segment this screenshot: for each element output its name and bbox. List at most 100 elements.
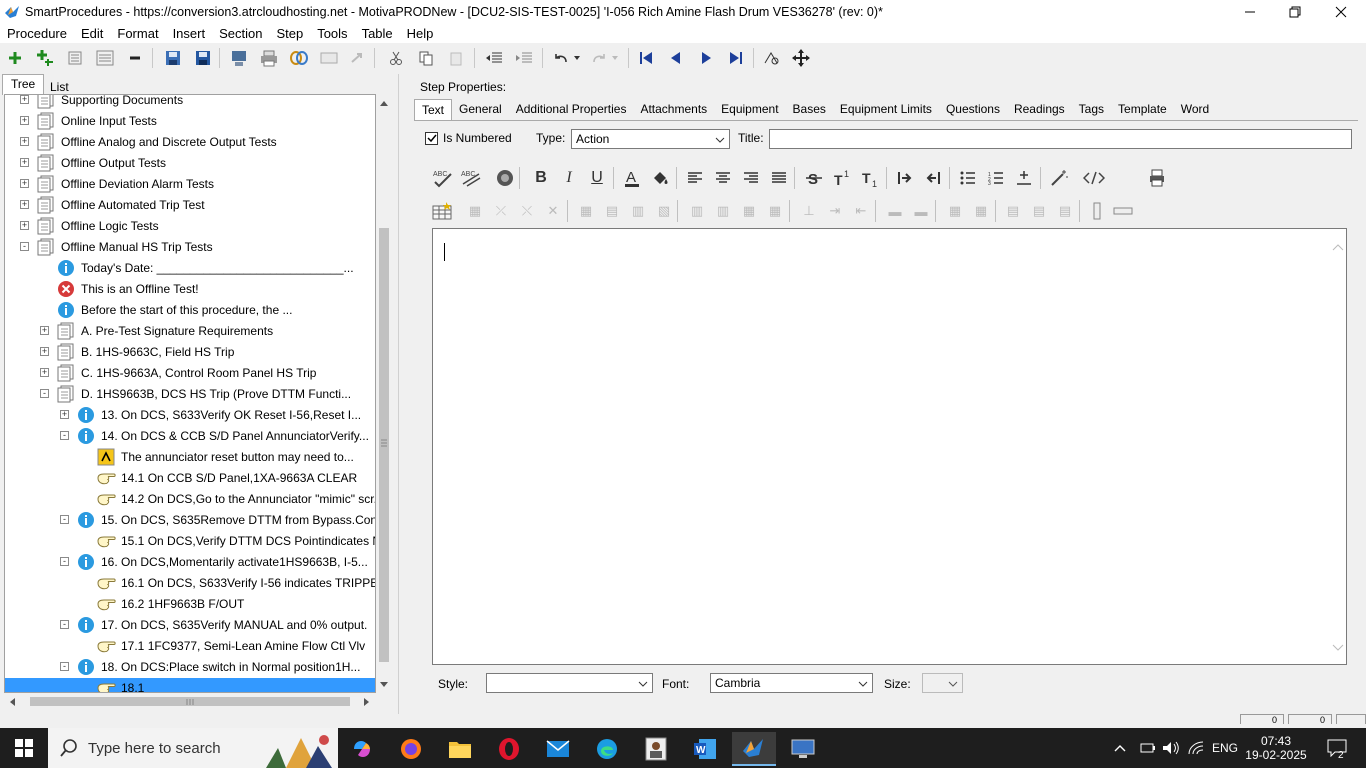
tree-item[interactable]: The annunciator reset button may need to… <box>5 447 375 467</box>
menu-procedure[interactable]: Procedure <box>0 26 74 41</box>
save-icon[interactable] <box>192 47 214 69</box>
menu-section[interactable]: Section <box>212 26 269 41</box>
tree-item[interactable]: + Offline Output Tests <box>5 153 375 173</box>
tab-equipment-limits[interactable]: Equipment Limits <box>833 99 939 120</box>
taskbar-opera-icon[interactable] <box>487 732 531 766</box>
list-icon[interactable] <box>64 47 86 69</box>
tab-bases[interactable]: Bases <box>786 99 833 120</box>
increase-indent-icon[interactable] <box>893 166 917 190</box>
tab-word[interactable]: Word <box>1174 99 1216 120</box>
expand-icon[interactable]: + <box>20 158 29 167</box>
tab-text[interactable]: Text <box>414 99 453 120</box>
tree-item[interactable]: Before the start of this procedure, the … <box>5 300 375 320</box>
align-left-icon[interactable] <box>683 166 707 190</box>
collapse-icon[interactable]: - <box>60 662 69 671</box>
insert-table-icon[interactable] <box>431 200 453 222</box>
expand-icon[interactable]: + <box>20 95 29 104</box>
editor-scroll-down-icon[interactable] <box>1332 644 1344 652</box>
tab-tags[interactable]: Tags <box>1072 99 1111 120</box>
tree-item[interactable]: 14.2 On DCS,Go to the Annunciator "mimic… <box>5 489 375 509</box>
taskbar-app-icon[interactable] <box>634 732 678 766</box>
outline-icon[interactable] <box>94 47 116 69</box>
taskbar-firefox-icon[interactable] <box>389 732 433 766</box>
bold-icon[interactable]: B <box>529 166 553 190</box>
add-child-icon[interactable] <box>34 47 56 69</box>
collapse-icon[interactable]: - <box>60 515 69 524</box>
export-icon[interactable] <box>228 47 250 69</box>
row-icon[interactable] <box>1112 200 1134 222</box>
collapse-icon[interactable]: - <box>60 620 69 629</box>
tree-item[interactable]: 14.1 On CCB S/D Panel,1XA-9663A CLEAR <box>5 468 375 488</box>
highlight-icon[interactable] <box>493 166 517 190</box>
tab-attachments[interactable]: Attachments <box>633 99 714 120</box>
form-icon[interactable] <box>318 47 340 69</box>
html-source-icon[interactable] <box>1082 166 1106 190</box>
align-right-icon[interactable] <box>739 166 763 190</box>
tree-item[interactable]: Today's Date: __________________________… <box>5 258 375 278</box>
magic-wand-icon[interactable] <box>1047 166 1071 190</box>
taskbar-file-explorer-icon[interactable] <box>438 732 482 766</box>
collapse-icon[interactable]: - <box>40 389 49 398</box>
undo-dropdown-icon[interactable] <box>566 47 588 69</box>
fill-color-icon[interactable] <box>648 166 672 190</box>
last-step-icon[interactable] <box>725 47 747 69</box>
tree-item[interactable]: + Offline Automated Trip Test <box>5 195 375 215</box>
tree-item[interactable]: - 16. On DCS,Momentarily activate1HS9663B… <box>5 552 375 572</box>
taskbar-smartprocedures-icon[interactable] <box>732 732 776 766</box>
paste-icon[interactable] <box>445 47 467 69</box>
cut-icon[interactable] <box>385 47 407 69</box>
tab-questions[interactable]: Questions <box>939 99 1007 120</box>
remove-icon[interactable] <box>124 47 146 69</box>
column-icon[interactable] <box>1086 200 1108 222</box>
collapse-icon[interactable]: - <box>60 557 69 566</box>
menu-help[interactable]: Help <box>400 26 441 41</box>
tree-item[interactable]: - D. 1HS9663B, DCS HS Trip (Prove DTTM Fu… <box>5 384 375 404</box>
menu-insert[interactable]: Insert <box>166 26 213 41</box>
taskbar-copilot-icon[interactable] <box>340 732 384 766</box>
find-icon[interactable] <box>761 47 783 69</box>
expand-icon[interactable]: + <box>40 368 49 377</box>
show-hidden-icons-icon[interactable] <box>1114 728 1126 768</box>
redo-dropdown-icon[interactable] <box>604 47 626 69</box>
previous-step-icon[interactable] <box>665 47 687 69</box>
tab-tree[interactable]: Tree <box>2 74 45 95</box>
tree-horizontal-scrollbar[interactable] <box>4 693 376 710</box>
tree-item[interactable]: + B. 1HS-9663C, Field HS Trip <box>5 342 375 362</box>
tree-item[interactable]: + C. 1HS-9663A, Control Room Panel HS Tri… <box>5 363 375 383</box>
collapse-icon[interactable]: - <box>20 242 29 251</box>
type-select[interactable]: Action <box>571 129 730 149</box>
add-icon[interactable] <box>4 47 26 69</box>
link-icon[interactable] <box>288 47 310 69</box>
tree-item[interactable]: 18.1 <box>5 678 375 692</box>
tree-item[interactable]: - 14. On DCS & CCB S/D Panel AnnunciatorV… <box>5 426 375 446</box>
tree-item[interactable]: + A. Pre-Test Signature Requirements <box>5 321 375 341</box>
clock[interactable]: 07:43 19-02-2025 <box>1245 728 1307 768</box>
tree-item[interactable]: + Offline Deviation Alarm Tests <box>5 174 375 194</box>
language-indicator[interactable]: ENG <box>1212 728 1238 768</box>
size-select[interactable] <box>922 673 963 693</box>
expand-icon[interactable]: + <box>20 221 29 230</box>
menu-edit[interactable]: Edit <box>74 26 110 41</box>
font-select[interactable]: Cambria <box>710 673 873 693</box>
outdent-icon[interactable] <box>483 47 505 69</box>
tree-item[interactable]: 16.2 1HF9663B F/OUT <box>5 594 375 614</box>
network-icon[interactable] <box>1188 728 1204 768</box>
taskbar-search-box[interactable]: Type here to search <box>48 728 338 768</box>
procedure-tree[interactable]: + Supporting Documents + Online Input Tests… <box>4 94 376 693</box>
close-button[interactable] <box>1318 0 1364 23</box>
indent-icon[interactable] <box>513 47 535 69</box>
start-button[interactable] <box>0 728 48 768</box>
copy-icon[interactable] <box>415 47 437 69</box>
redo-disabled-icon[interactable] <box>346 47 368 69</box>
tab-additional-properties[interactable]: Additional Properties <box>509 99 634 120</box>
menu-table[interactable]: Table <box>355 26 400 41</box>
battery-icon[interactable] <box>1140 728 1156 768</box>
tree-item[interactable]: - 15. On DCS, S635Remove DTTM from Bypass… <box>5 510 375 530</box>
decrease-indent-icon[interactable] <box>921 166 945 190</box>
strikethrough-icon[interactable]: S <box>802 166 826 190</box>
justify-icon[interactable] <box>767 166 791 190</box>
next-step-icon[interactable] <box>695 47 717 69</box>
expand-icon[interactable]: + <box>20 200 29 209</box>
tree-item[interactable]: +13. On DCS, S633Verify OK Reset I-56,Re… <box>5 405 375 425</box>
tree-item[interactable]: + Online Input Tests <box>5 111 375 131</box>
